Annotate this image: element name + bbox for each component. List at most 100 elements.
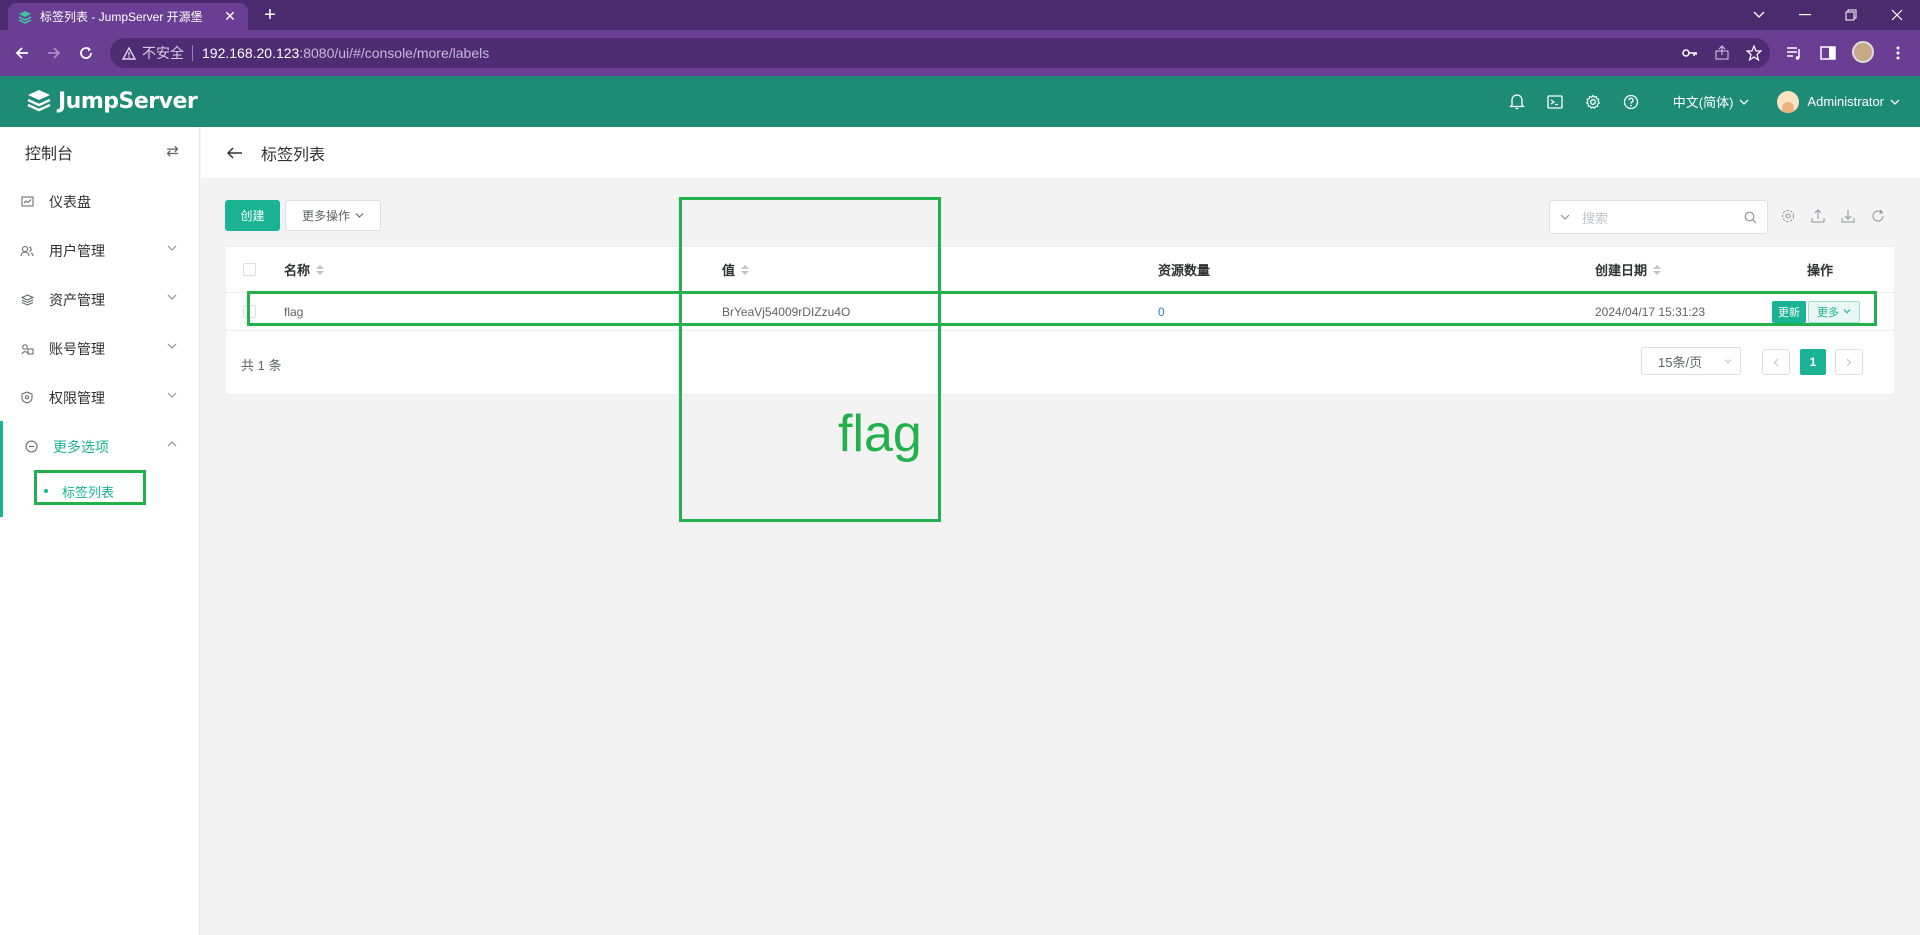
prev-page-button[interactable] [1762,349,1790,375]
help-icon[interactable] [1621,92,1641,112]
refresh-icon[interactable] [1870,208,1886,224]
reload-icon[interactable] [74,41,98,65]
cell-name[interactable]: flag [284,293,303,330]
sidebar-item-dashboard[interactable]: 仪表盘 [0,177,199,226]
language-selector[interactable]: 中文(简体) [1673,92,1750,111]
sidebar-item-label: 资产管理 [49,291,105,308]
tab-search-icon[interactable] [1736,0,1782,30]
close-tab-icon[interactable]: ✕ [222,8,238,25]
sidebar-item-label: 更多选项 [53,438,109,455]
share-icon[interactable] [1714,45,1730,61]
page-number-current[interactable]: 1 [1800,349,1826,375]
back-icon[interactable] [10,41,34,65]
browser-address-bar: 不安全 192.168.20.123 :8080/ui/#/console/mo… [0,30,1920,76]
chevron-down-icon [1890,99,1900,105]
chevron-up-icon [167,441,177,447]
row-checkbox[interactable] [243,293,256,330]
search-input[interactable]: 搜索 [1549,200,1768,234]
chevron-down-icon [355,213,364,218]
chevron-down-icon [1724,358,1732,364]
sidebar-subitem-labels[interactable]: 标签列表 [0,471,199,511]
sidebar-item-accounts[interactable]: 账号管理 [0,324,199,373]
users-icon [20,244,34,258]
user-menu[interactable]: Administrator [1777,90,1900,113]
chevron-left-icon [1773,358,1779,366]
page-size-select[interactable]: 15条/页 [1641,347,1741,375]
column-header-name[interactable]: 名称 [284,247,325,292]
dashboard-icon [20,195,34,209]
warning-icon[interactable] [122,46,136,60]
column-header-value[interactable]: 值 [722,247,750,292]
url-separator [192,45,193,61]
sidebar-title-label: 控制台 [25,146,74,163]
jumpserver-logo[interactable]: JumpServer [26,88,198,114]
browser-tab[interactable]: 标签列表 - JumpServer 开源堡 ✕ [8,3,248,30]
column-header-actions: 操作 [1807,263,1834,278]
url-bar[interactable]: 不安全 192.168.20.123 :8080/ui/#/console/mo… [110,38,1770,68]
bell-icon[interactable] [1507,92,1527,112]
back-arrow-icon[interactable] [227,146,243,159]
page-size-value: 15条/页 [1658,354,1703,370]
next-page-button[interactable] [1835,349,1863,375]
annotation-label: flag [838,405,922,463]
labels-table: 名称 值 资源数量 创建日期 操作 flag BrYeaVj54009rDIZz… [225,246,1895,395]
import-icon[interactable] [1840,208,1856,224]
url-host: 192.168.20.123 [202,45,300,61]
create-button[interactable]: 创建 [225,200,280,231]
sort-icon[interactable] [1653,264,1662,275]
cell-value: BrYeaVj54009rDIZzu4O [722,304,851,319]
insecure-label[interactable]: 不安全 [142,43,184,63]
row-more-button[interactable]: 更多 [1808,300,1860,323]
app-header: JumpServer 中文(简体) Administrator [0,76,1920,127]
search-icon[interactable] [1744,211,1757,224]
browser-menu-icon[interactable] [1888,41,1908,65]
search-placeholder: 搜索 [1582,210,1609,226]
cell-created: 2024/04/17 15:31:23 [1595,304,1706,319]
sidebar-item-permissions[interactable]: 权限管理 [0,373,199,422]
minimize-button[interactable] [1782,0,1828,30]
sidebar-item-label: 仪表盘 [49,193,91,210]
filter-dropdown-icon[interactable] [1560,214,1570,220]
browser-tab-bar: 标签列表 - JumpServer 开源堡 ✕ + [0,0,1920,30]
more-options-icon [24,440,38,454]
sidebar-item-users[interactable]: 用户管理 [0,226,199,275]
sort-icon[interactable] [316,264,325,275]
page-header: 标签列表 [201,127,1920,178]
brand-name: JumpServer [58,88,198,114]
close-window-button[interactable] [1874,0,1920,30]
url-path: :8080/ui/#/console/more/labels [299,45,490,61]
select-all-checkbox[interactable] [243,247,256,292]
sidebar-subitem-label: 标签列表 [62,484,115,500]
sidebar-item-assets[interactable]: 资产管理 [0,275,199,324]
sidebar-item-more-options[interactable]: 更多选项 [0,422,199,471]
accounts-icon [20,342,34,356]
settings-gear-icon[interactable] [1583,92,1603,112]
chevron-down-icon [167,245,177,251]
new-tab-button[interactable]: + [258,3,282,27]
page-title: 标签列表 [261,146,326,164]
restore-button[interactable] [1828,0,1874,30]
reading-list-icon[interactable] [1784,41,1804,65]
profile-avatar[interactable] [1852,41,1874,63]
chevron-down-icon [1739,99,1749,105]
more-actions-button[interactable]: 更多操作 [285,200,381,231]
bullet-dot-icon [44,489,48,493]
column-header-created[interactable]: 创建日期 [1595,247,1662,292]
column-settings-icon[interactable] [1780,208,1796,224]
chevron-down-icon [167,343,177,349]
sort-icon[interactable] [741,264,750,275]
side-panel-icon[interactable] [1818,41,1838,65]
forward-icon[interactable] [42,41,66,65]
chevron-down-icon [167,392,177,398]
update-button[interactable]: 更新 [1772,300,1806,323]
key-icon[interactable] [1682,45,1698,61]
browser-tab-title: 标签列表 - JumpServer 开源堡 [40,10,203,24]
chevron-down-icon [1843,309,1851,314]
export-icon[interactable] [1810,208,1826,224]
chevron-down-icon [167,294,177,300]
terminal-icon[interactable] [1545,92,1565,112]
switch-view-icon[interactable]: ⇄ [166,142,179,160]
sidebar: 控制台 ⇄ 仪表盘 用户管理 资产管理 账号管理 权限管理 更多选项 标签列表 [0,127,200,935]
cell-resource-count[interactable]: 0 [1158,293,1165,330]
bookmark-star-icon[interactable] [1746,45,1762,61]
